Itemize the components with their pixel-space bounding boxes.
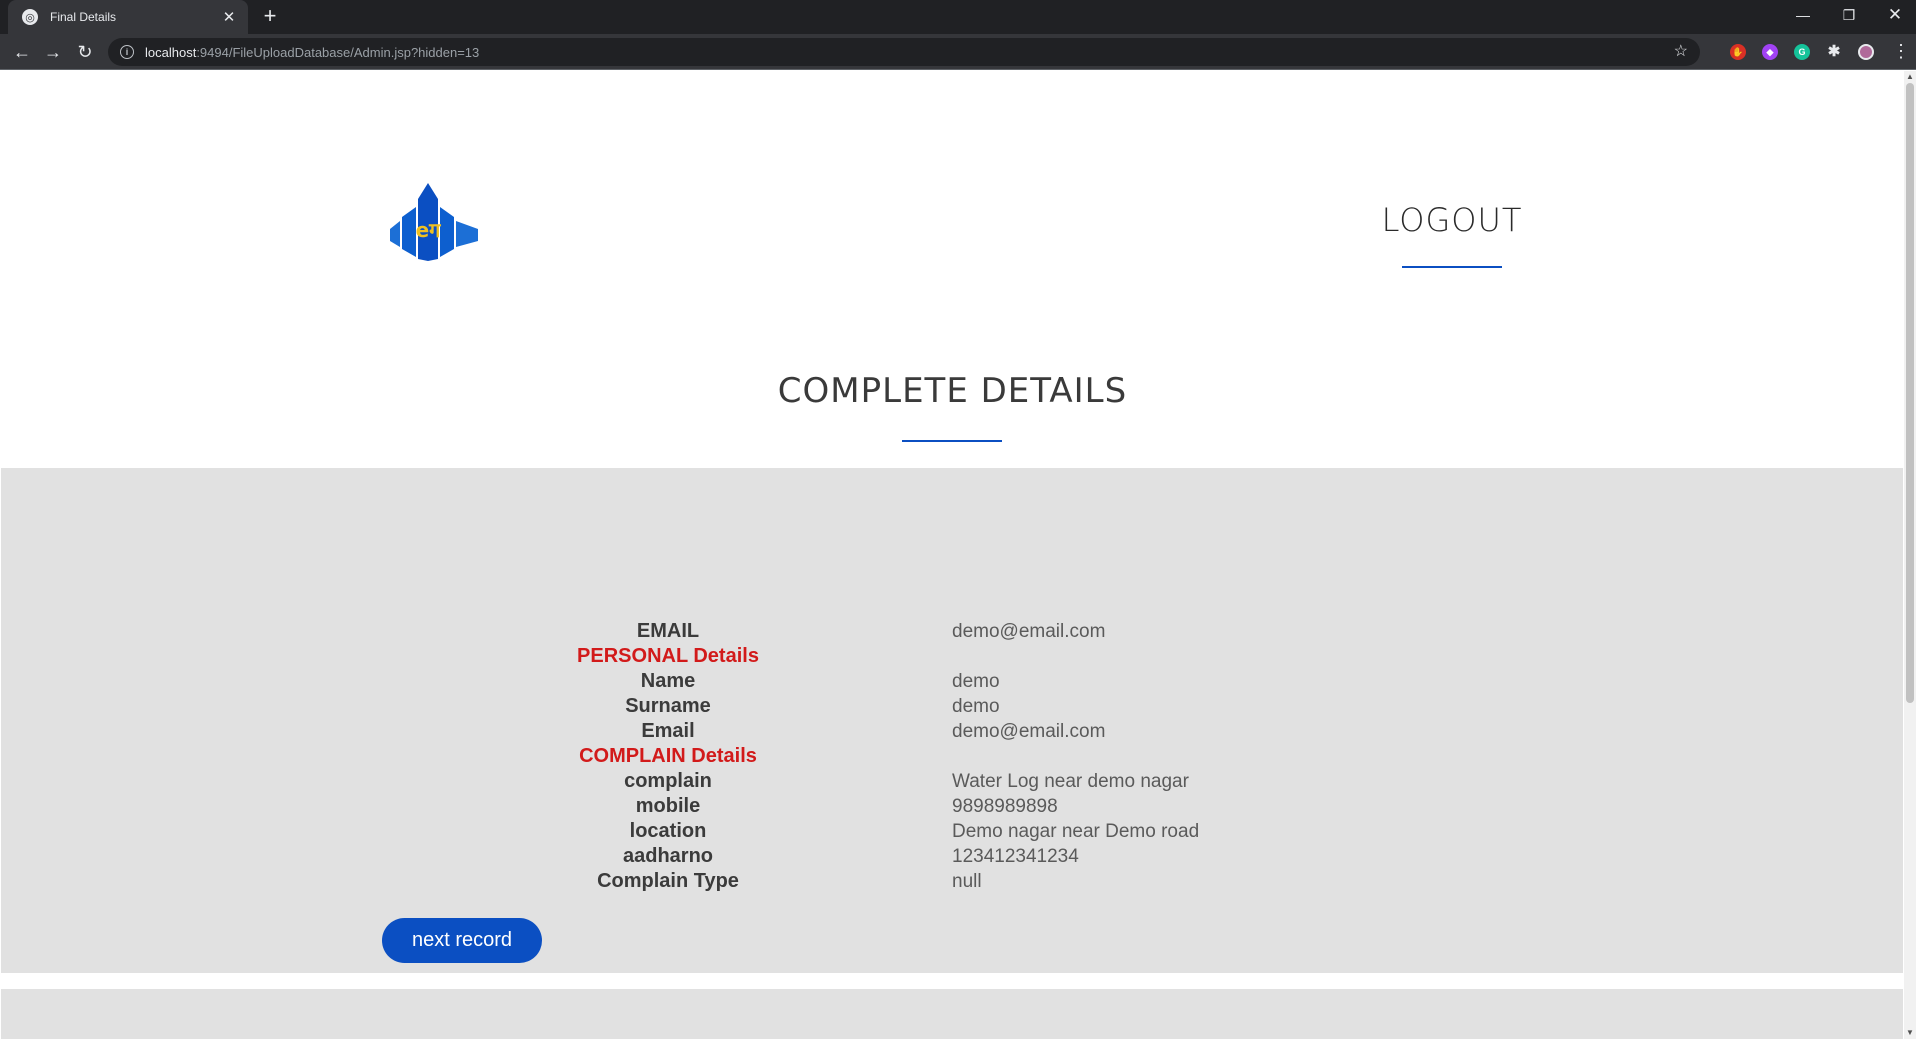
- url-host: localhost: [145, 44, 197, 60]
- browser-toolbar: ← → ↻ i localhost:9494/FileUploadDatabas…: [0, 34, 1916, 70]
- site-logo: eग: [390, 183, 478, 261]
- close-tab-icon[interactable]: ✕: [220, 8, 238, 26]
- label-aadhar: aadharno: [622, 845, 714, 867]
- value-email: demo@email.com: [952, 621, 1106, 642]
- close-window-button[interactable]: ✕: [1872, 0, 1916, 30]
- label-email-2: Email: [641, 720, 695, 742]
- label-complain: complain: [624, 770, 712, 792]
- profile-avatar[interactable]: [1858, 44, 1874, 60]
- logout-underline: [1402, 266, 1502, 268]
- next-record-button[interactable]: next record: [382, 918, 542, 963]
- value-name: demo: [952, 671, 1000, 692]
- details-panel: EMAIL demo@email.com PERSONAL Details Na…: [1, 468, 1903, 973]
- next-panel: [1, 989, 1903, 1039]
- label-surname: Surname: [625, 695, 711, 717]
- restore-window-button[interactable]: ❐: [1826, 0, 1872, 30]
- value-complain: Water Log near demo nagar: [952, 771, 1189, 792]
- complain-details-heading: COMPLAIN Details: [579, 745, 757, 767]
- browser-tab[interactable]: ◎ Final Details ✕: [8, 0, 248, 34]
- browser-tab-strip: ◎ Final Details ✕ + — ❐ ✕: [0, 0, 1916, 34]
- info-icon[interactable]: i: [120, 45, 134, 59]
- value-location: Demo nagar near Demo road: [952, 821, 1200, 842]
- value-aadhar: 123412341234: [952, 846, 1079, 867]
- personal-details-heading: PERSONAL Details: [577, 645, 759, 667]
- scrollbar-thumb[interactable]: [1906, 83, 1914, 703]
- forward-arrow-icon[interactable]: →: [39, 38, 67, 66]
- page-viewport: eग LOGOUT COMPLETE DETAILS EMAIL demo@em…: [0, 71, 1916, 1039]
- logo-text: eग: [416, 218, 442, 242]
- extensions-puzzle-icon[interactable]: ✱: [1826, 44, 1842, 60]
- url-text[interactable]: localhost:9494/FileUploadDatabase/Admin.…: [145, 45, 479, 60]
- new-tab-button[interactable]: +: [258, 5, 282, 29]
- tab-title: Final Details: [50, 10, 117, 24]
- extension-purple-icon[interactable]: ◆: [1762, 44, 1778, 60]
- scroll-up-arrow-icon[interactable]: ▲: [1904, 71, 1916, 83]
- label-location: location: [629, 820, 707, 842]
- minimize-window-button[interactable]: —: [1780, 0, 1826, 30]
- address-bar[interactable]: i localhost:9494/FileUploadDatabase/Admi…: [108, 38, 1700, 66]
- page-title: COMPLETE DETAILS: [777, 371, 1128, 411]
- logout-link[interactable]: LOGOUT: [1370, 201, 1534, 239]
- label-mobile: mobile: [635, 795, 701, 817]
- label-email: EMAIL: [636, 620, 700, 642]
- value-surname: demo: [952, 696, 1000, 717]
- label-name: Name: [640, 670, 696, 692]
- url-path: :9494/FileUploadDatabase/Admin.jsp?hidde…: [196, 44, 480, 60]
- value-mobile: 9898989898: [952, 796, 1058, 817]
- reload-icon[interactable]: ↻: [71, 38, 99, 66]
- page-scrollbar[interactable]: ▲ ▼: [1904, 71, 1916, 1039]
- label-complain-type: Complain Type: [597, 870, 739, 892]
- value-complain-type: null: [952, 871, 982, 892]
- extension-adblock-icon[interactable]: ✋: [1730, 44, 1746, 60]
- back-arrow-icon[interactable]: ←: [8, 38, 36, 66]
- scroll-down-arrow-icon[interactable]: ▼: [1904, 1027, 1916, 1039]
- title-underline: [902, 440, 1002, 442]
- globe-icon: ◎: [22, 9, 38, 25]
- browser-menu-icon[interactable]: ⋮: [1892, 40, 1910, 62]
- extension-grammarly-icon[interactable]: G: [1794, 44, 1810, 60]
- value-email-2: demo@email.com: [952, 721, 1106, 742]
- bookmark-star-icon[interactable]: ☆: [1674, 42, 1688, 62]
